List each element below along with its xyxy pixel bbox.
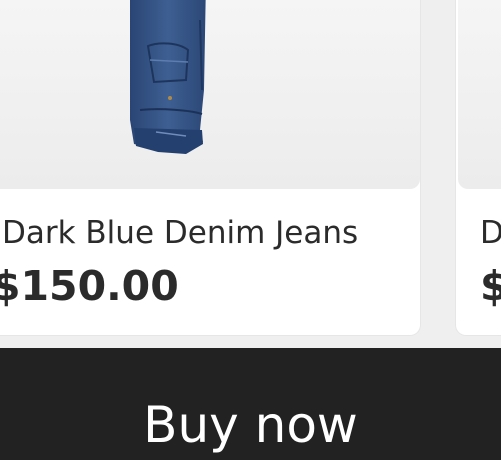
product-carousel: Dark Blue Denim Jeans $150.00 D $ Buy no… xyxy=(0,0,501,460)
product-title: Dark Blue Denim Jeans xyxy=(2,215,359,251)
buy-now-button[interactable]: Buy now xyxy=(0,348,501,460)
product-title-next: D xyxy=(480,215,501,251)
buy-now-label: Buy now xyxy=(143,396,358,454)
denim-jeans-image xyxy=(130,0,206,154)
product-card[interactable]: Dark Blue Denim Jeans $150.00 xyxy=(0,0,420,335)
product-price-next: $ xyxy=(480,262,501,310)
product-image xyxy=(0,0,420,189)
product-image-next xyxy=(458,0,501,189)
product-card-next[interactable]: D $ xyxy=(456,0,501,335)
product-price: $150.00 xyxy=(0,262,179,310)
